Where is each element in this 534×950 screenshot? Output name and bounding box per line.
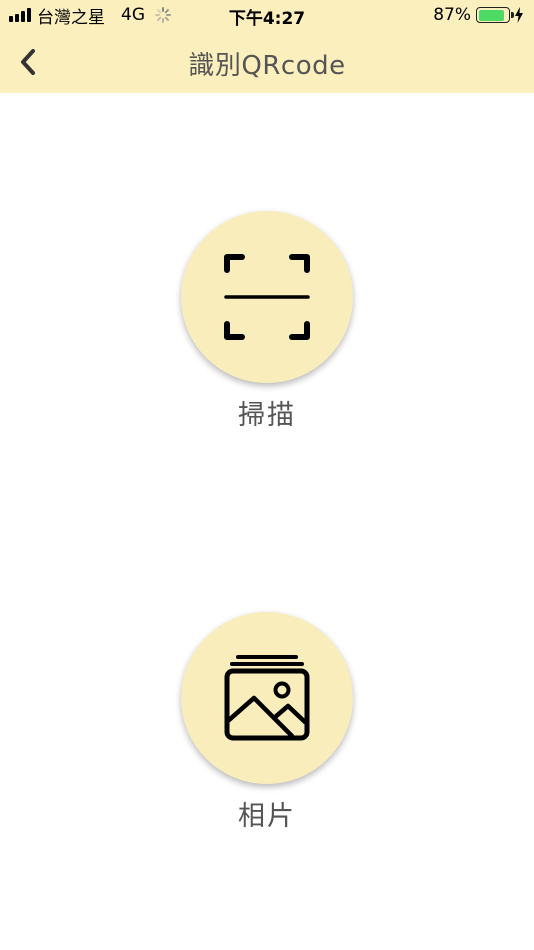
page-title: 識別QRcode: [188, 51, 346, 81]
photo-gallery-icon: [224, 655, 310, 741]
photo-button[interactable]: [181, 612, 353, 784]
charging-bolt-icon: [515, 7, 523, 23]
photo-label: 相片: [238, 801, 296, 832]
battery-percent: 87%: [433, 5, 471, 25]
scan-button[interactable]: [181, 211, 353, 383]
battery-icon: [476, 7, 514, 23]
photo-action: 相片: [0, 612, 534, 833]
battery-fill: [478, 9, 504, 21]
scan-frame-icon: [224, 254, 310, 340]
scan-label: 掃描: [238, 400, 296, 431]
status-right: 87%: [433, 5, 524, 25]
nav-bar: 識別QRcode: [0, 30, 534, 93]
status-bar: 台灣之星 4G 下午4:27 87%: [0, 0, 534, 30]
screen: 台灣之星 4G 下午4:27 87% 識別QRcode 掃描 相片: [0, 0, 534, 950]
scan-action: 掃描: [0, 211, 534, 432]
